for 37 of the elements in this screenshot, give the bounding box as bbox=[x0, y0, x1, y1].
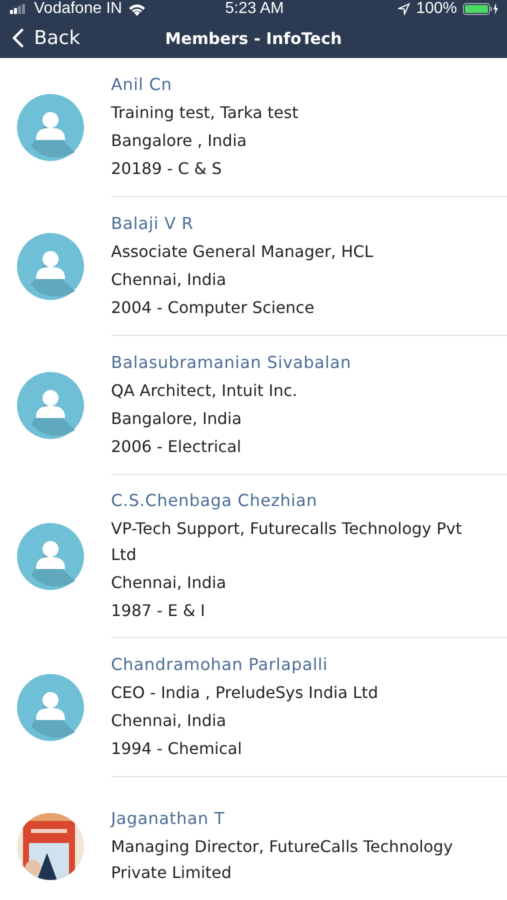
member-name[interactable]: C.S.Chenbaga Chezhian bbox=[111, 487, 467, 515]
member-name[interactable]: Anil Cn bbox=[111, 71, 467, 99]
status-time: 5:23 AM bbox=[225, 0, 284, 18]
member-role: Training test, Tarka test bbox=[111, 102, 300, 124]
member-batch: 2006 - Electrical bbox=[111, 436, 242, 458]
member-name[interactable]: Balasubramanian Sivabalan bbox=[111, 349, 467, 377]
member-batch: 1994 - Chemical bbox=[111, 738, 243, 760]
member-location: Chennai, India bbox=[111, 269, 228, 291]
avatar-icon bbox=[16, 674, 84, 741]
member-name[interactable]: Chandramohan Parlapalli bbox=[111, 651, 467, 679]
page-title: Members - InfoTech bbox=[165, 28, 342, 48]
avatar-icon bbox=[16, 94, 84, 161]
avatar-icon bbox=[16, 372, 84, 439]
signal-icon bbox=[10, 4, 28, 14]
member-role: Associate General Manager, HCL bbox=[111, 241, 374, 263]
wifi-icon bbox=[128, 2, 146, 16]
battery-charging-icon bbox=[462, 2, 499, 16]
avatar-icon bbox=[16, 523, 84, 590]
member-location: Chennai, India bbox=[111, 710, 228, 732]
back-button[interactable]: Back bbox=[0, 18, 80, 58]
member-role: CEO - India , PreludeSys India Ltd bbox=[111, 682, 380, 704]
avatar-icon bbox=[16, 233, 84, 300]
member-role: Managing Director, FutureCalls Technology Private Limited bbox=[111, 836, 454, 884]
member-role: QA Architect, Intuit Inc. bbox=[111, 380, 298, 402]
member-location: Bangalore , India bbox=[111, 130, 248, 152]
battery-percent: 100% bbox=[416, 0, 457, 18]
member-location: Chennai, India bbox=[111, 572, 228, 594]
location-arrow-icon bbox=[398, 3, 410, 15]
member-batch: 1987 - E & I bbox=[111, 600, 206, 622]
member-location: Bangalore, India bbox=[111, 408, 243, 430]
chevron-left-icon bbox=[12, 28, 24, 48]
member-batch: 20189 - C & S bbox=[111, 158, 223, 180]
member-batch: 2004 - Computer Science bbox=[111, 297, 316, 319]
carrier-name: Vodafone IN bbox=[34, 0, 122, 18]
member-name[interactable]: Jaganathan T bbox=[111, 805, 467, 833]
member-role: VP-Tech Support, Futurecalls Technology Pvt Ltd bbox=[111, 518, 463, 566]
member-name[interactable]: Balaji V R bbox=[111, 210, 467, 238]
